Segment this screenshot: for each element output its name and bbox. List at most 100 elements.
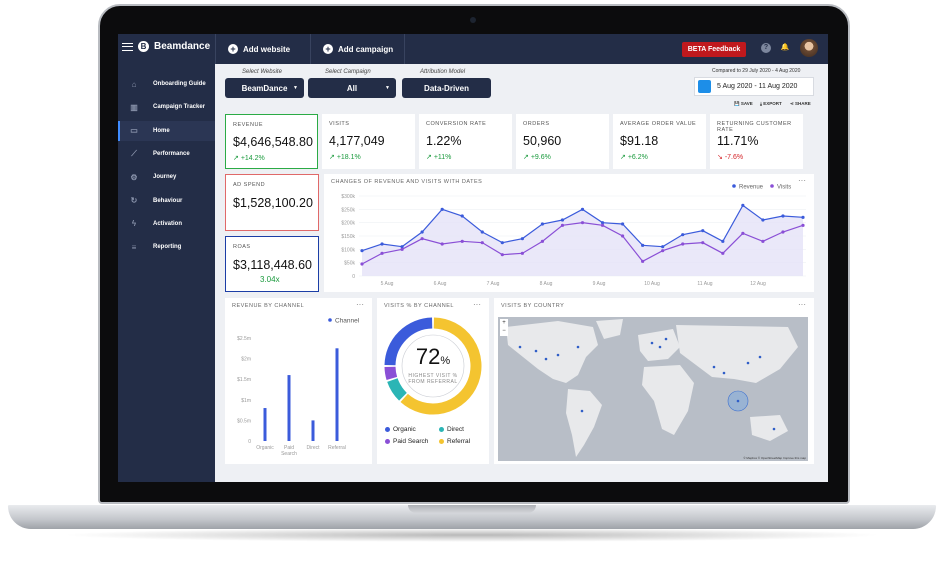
y-tick-label: $0.5m (237, 418, 251, 424)
caret-down-icon: ▼ (385, 85, 390, 91)
legend-dot (439, 427, 444, 432)
roas-multiplier: 3.04x (260, 275, 280, 284)
top-bar: B Beamdance + Add website + Add campaign… (118, 34, 828, 64)
website-select[interactable]: BeamDance ▼ (225, 78, 304, 98)
sidebar-item-label: Performance (153, 150, 190, 157)
zoom-out-button[interactable]: − (500, 327, 508, 335)
laptop-shadow (60, 528, 884, 542)
share-button[interactable]: ⋖ SHARE (790, 101, 811, 107)
arrow-up-right-icon: ↗ (233, 155, 239, 162)
series-point-revenue (681, 233, 685, 237)
ad-spend-card[interactable]: AD SPEND $1,528,100.20 (225, 174, 319, 231)
legend-dot (385, 439, 390, 444)
kpi-change: ↗ +11% (426, 153, 451, 161)
kpi-card-average-order-value[interactable]: AVERAGE ORDER VALUE $91.18 ↗ +6.2% (613, 114, 706, 169)
sidebar-item-home[interactable]: ▭ Home (118, 120, 215, 141)
visit-dot (580, 409, 584, 413)
sidebar-item-behaviour[interactable]: ↻ Behaviour (118, 191, 215, 211)
bar-paid-search (287, 375, 291, 441)
gear-icon: ⚙ (130, 172, 138, 182)
y-tick-label: $300k (341, 194, 355, 200)
sidebar-item-performance[interactable]: ⟋ Performance (118, 144, 215, 164)
kpi-card-revenue[interactable]: REVENUE $4,646,548.80 ↗ +14.2% (225, 114, 318, 169)
sidebar-item-onboarding-guide[interactable]: ⌂ Onboarding Guide (118, 74, 215, 94)
date-range-picker[interactable]: 5 Aug 2020 - 11 Aug 2020 (694, 77, 814, 96)
x-tick-label: 11 Aug (697, 281, 712, 287)
export-button[interactable]: ⤓ EXPORT (760, 101, 782, 106)
bar-chart-svg: $2.5m$2m$1.5m$1m$0.5m0Organic PaidSearchD… (237, 318, 360, 458)
help-icon[interactable]: ? (761, 43, 771, 53)
visit-dot (658, 345, 662, 349)
kpi-card-visits[interactable]: VISITS 4,177,049 ↗ +18.1% (322, 114, 415, 169)
series-point-visits (360, 262, 364, 266)
sidebar-item-activation[interactable]: ϟ Activation (118, 214, 215, 234)
beta-feedback-button[interactable]: BETA Feedback (682, 42, 746, 57)
avatar[interactable] (800, 39, 818, 57)
series-point-visits (440, 242, 444, 246)
series-point-visits (420, 237, 424, 241)
y-tick-label: 0 (248, 439, 251, 445)
series-point-visits (580, 221, 585, 225)
x-tick-label: 10 Aug (644, 281, 660, 287)
series-point-revenue (641, 243, 645, 247)
bell-icon[interactable]: 🔔 (780, 43, 790, 53)
bar-referral (335, 348, 339, 441)
visit-dot (534, 349, 538, 353)
roas-card[interactable]: ROAS $3,118,448.60 3.04x (225, 236, 319, 292)
hamburger-menu-icon[interactable] (122, 42, 133, 51)
add-campaign-button[interactable]: + Add campaign (310, 34, 405, 64)
zoom-in-button[interactable]: + (500, 319, 508, 327)
arrow-down-right-icon: ↘ (717, 154, 723, 161)
x-tick-label: Search (281, 451, 297, 457)
attribution-filter-label: Attribution Model (420, 69, 466, 75)
bar-organic (263, 408, 267, 441)
kpi-change: ↗ +6.2% (620, 153, 648, 161)
arrow-up-right-icon: ↗ (426, 154, 432, 161)
map-attribution[interactable]: © Mapbox © OpenStreetMap Improve this ma… (743, 456, 806, 460)
series-point-revenue (360, 249, 364, 253)
save-button[interactable]: 💾 SAVE (734, 101, 753, 107)
y-tick-label: $250k (341, 207, 355, 213)
series-point-revenue (500, 241, 504, 245)
slice-direct (387, 378, 407, 401)
kpi-card-conversion-rate[interactable]: CONVERSION RATE 1.22% ↗ +11% (419, 114, 512, 169)
map-zoom-controls[interactable]: + − (500, 319, 508, 336)
visit-dot (544, 357, 548, 361)
world-map[interactable]: + − © Mapbox © OpenStreetMap Improve thi… (498, 317, 808, 461)
add-website-button[interactable]: + Add website (215, 34, 310, 64)
x-tick-label: Referral (328, 445, 346, 451)
lightning-icon: ϟ (131, 219, 137, 229)
asia-shape (676, 325, 798, 383)
kpi-value: $4,646,548.80 (233, 135, 313, 149)
campaign-select[interactable]: All ▼ (308, 78, 396, 98)
more-options-icon[interactable]: ··· (798, 300, 806, 309)
brand[interactable]: B Beamdance (122, 41, 210, 52)
kpi-label: CONVERSION RATE (426, 121, 487, 127)
sidebar-item-journey[interactable]: ⚙ Journey (118, 167, 215, 187)
kpi-card-returning-customer-rate[interactable]: RETURNING CUSTOMER RATE 11.71% ↘ -7.6% (710, 114, 803, 169)
visit-dot (556, 353, 560, 357)
visit-dot (746, 361, 750, 365)
visit-dot (650, 341, 654, 345)
sidebar: ⌂ Onboarding Guide ▥ Campaign Tracker ▭ Home ⟋… (118, 64, 215, 482)
europe-shape (638, 329, 680, 361)
sidebar-item-campaign-tracker[interactable]: ▥ Campaign Tracker (118, 97, 215, 117)
y-tick-label: $150k (341, 234, 355, 240)
dashboard-screen: B Beamdance + Add website + Add campaign… (118, 34, 828, 482)
line-chart-svg: $300k $250k $200k $150k $100k $50k 0 5 Aug 6 Aug… (341, 184, 806, 287)
series-point-revenue (781, 214, 785, 218)
series-point-visits (380, 251, 384, 255)
sidebar-item-reporting[interactable]: ≡ Reporting (118, 237, 215, 257)
attribution-select[interactable]: Data-Driven (402, 78, 491, 98)
legend-dot (770, 184, 774, 188)
legend-label: Referral (447, 438, 471, 445)
sidebar-item-label: Onboarding Guide (153, 81, 206, 87)
series-point-visits (400, 247, 404, 251)
legend-label: Paid Search (393, 438, 429, 445)
x-tick-label: 9 Aug (593, 281, 606, 287)
series-point-visits (761, 239, 765, 243)
sidebar-item-label: Home (153, 127, 170, 134)
kpi-change-value: -7.6% (724, 154, 744, 161)
kpi-card-orders[interactable]: ORDERS 50,960 ↗ +9.6% (516, 114, 609, 169)
series-point-visits (560, 223, 565, 227)
